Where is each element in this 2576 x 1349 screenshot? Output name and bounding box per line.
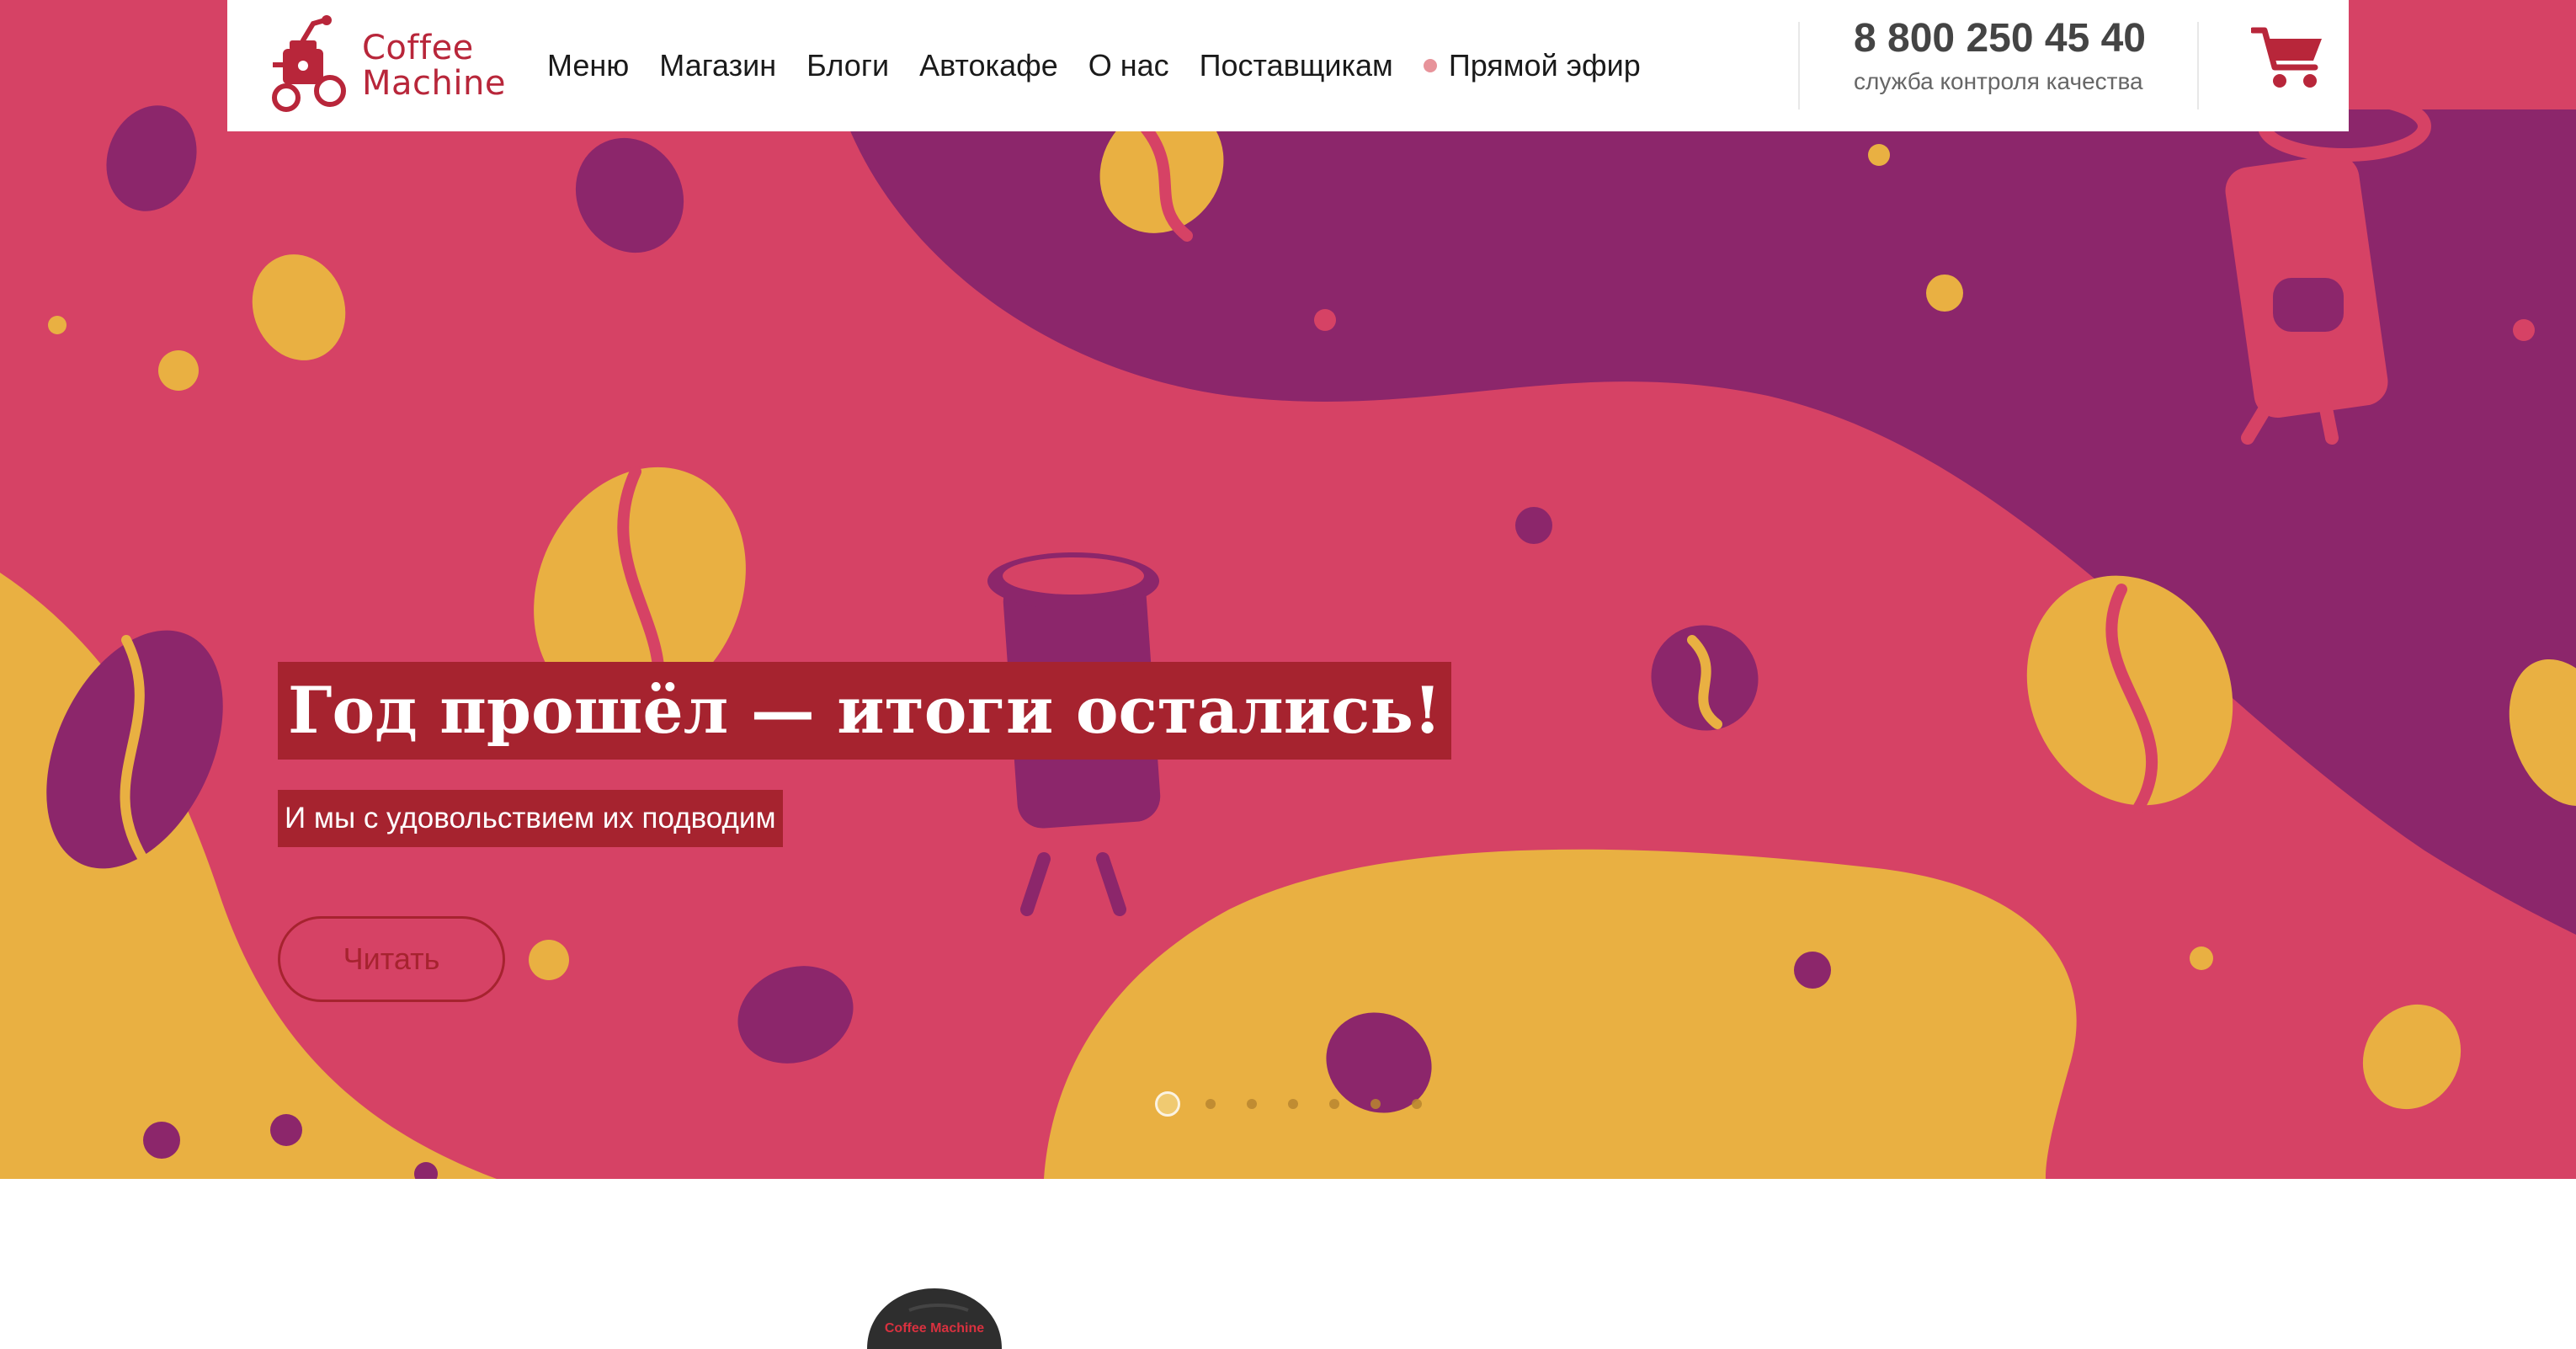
coffee-grinder-logo-icon [272, 15, 346, 112]
slider-dot[interactable] [1288, 1099, 1298, 1109]
hero-title-wrap: Год прошёл — итоги остались! [278, 662, 1452, 760]
logo-line-2: Machine [362, 64, 506, 103]
slider-dot[interactable] [1412, 1099, 1422, 1109]
nav-item-shop[interactable]: Магазин [659, 48, 776, 83]
phone-caption: служба контроля качества [1854, 68, 2143, 94]
main-nav: Меню Магазин Блоги Автокафе О нас Постав… [547, 48, 1641, 83]
nav-item-autocafe[interactable]: Автокафе [919, 48, 1058, 83]
cap-logo-text: Coffee Machine [885, 1321, 984, 1336]
header-divider [1798, 22, 1800, 109]
slider-dots [1155, 1091, 1453, 1117]
nav-item-blogs[interactable]: Блоги [806, 48, 889, 83]
live-dot-icon [1423, 59, 1437, 72]
phone-block: 8 800 250 45 40 служба контроля качества [1854, 15, 2174, 95]
header-divider [2197, 22, 2199, 109]
site-header: Coffee Machine Меню Магазин Блоги Автока… [227, 0, 2349, 131]
cart-icon[interactable] [2251, 25, 2323, 89]
slider-dot[interactable] [1370, 1099, 1381, 1109]
slider-dot[interactable] [1329, 1099, 1339, 1109]
hero-subtitle-wrap: И мы с удовольствием их подводим [278, 790, 783, 847]
hero-illustration [0, 91, 2576, 1179]
logo[interactable]: Coffee Machine [258, 15, 535, 116]
slider-dot[interactable] [1206, 1099, 1216, 1109]
nav-item-menu[interactable]: Меню [547, 48, 629, 83]
hero-title: Год прошёл — итоги остались! [278, 662, 1452, 760]
hero-banner [0, 0, 2576, 1179]
hero-subtitle: И мы с удовольствием их подводим [278, 790, 783, 847]
live-label: Прямой эфир [1448, 48, 1641, 83]
slider-dot[interactable] [1155, 1091, 1180, 1117]
phone-number[interactable]: 8 800 250 45 40 [1854, 15, 2174, 61]
read-button[interactable]: Читать [278, 916, 505, 1002]
nav-item-about[interactable]: О нас [1088, 48, 1169, 83]
nav-item-suppliers[interactable]: Поставщикам [1200, 48, 1393, 83]
logo-line-1: Coffee [362, 29, 474, 67]
nav-item-live[interactable]: Прямой эфир [1423, 48, 1641, 83]
logo-text: Coffee Machine [362, 30, 506, 101]
cap-product-image[interactable]: Coffee Machine [859, 1285, 1010, 1349]
slider-dot[interactable] [1247, 1099, 1257, 1109]
